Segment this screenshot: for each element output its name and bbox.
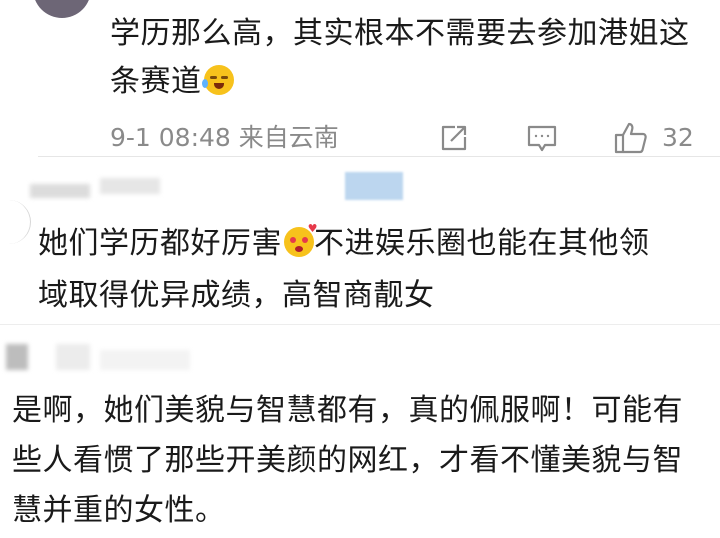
heart-face-emoji-icon: ♥ (284, 223, 317, 257)
redacted-username (100, 178, 160, 194)
redacted-username (100, 350, 190, 370)
avatar[interactable] (33, 0, 91, 18)
redacted-avatar (6, 344, 28, 370)
divider (38, 156, 720, 157)
comment-text: 学历那么高，其实根本不需要去参加港姐这条赛道 (110, 16, 690, 99)
like-icon[interactable] (613, 122, 647, 154)
redacted-mention (345, 172, 403, 200)
share-icon[interactable] (438, 122, 470, 154)
comment-text: 是啊，她们美貌与智慧都有，真的佩服啊！可能有些人看惯了那些开美颜的网红，才看不懂… (12, 393, 683, 528)
comment-icon[interactable] (526, 122, 558, 154)
comment-meta: 9-1 08:48 来自云南 32 (110, 118, 710, 158)
crying-laughing-emoji-icon (201, 65, 234, 95)
comment-timestamp: 9-1 08:48 来自云南 (110, 123, 339, 152)
avatar-frame (0, 200, 31, 244)
redacted-username (56, 344, 90, 370)
comment-text: 她们学历都好厉害 ♥ 不进娱乐圈也能在其他领域取得优异成绩，高智商靓女 (38, 222, 650, 313)
like-count: 32 (662, 123, 694, 152)
redacted-username (30, 184, 90, 198)
divider (0, 324, 720, 325)
